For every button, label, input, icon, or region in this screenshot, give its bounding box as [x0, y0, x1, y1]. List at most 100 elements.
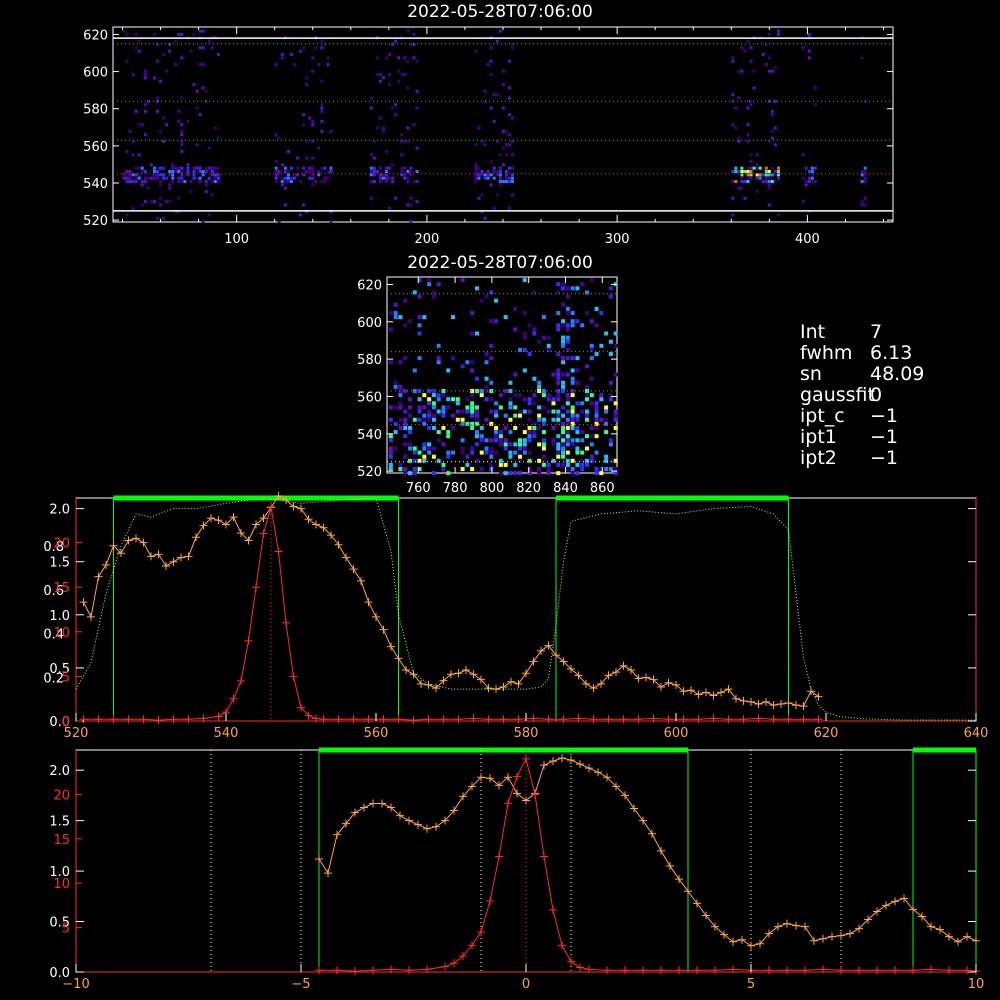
heatmap-pixel — [575, 430, 580, 435]
heatmap-pixel — [177, 170, 181, 173]
heatmap-pixel — [580, 450, 585, 455]
heatmap-pixel — [537, 467, 542, 472]
heatmap-pixel — [415, 106, 419, 110]
info-row-int: Int 7 — [800, 322, 924, 343]
heatmap-pixel — [216, 136, 220, 140]
heatmap-pixel — [570, 323, 575, 328]
heatmap-pixel — [155, 96, 159, 100]
heatmap-pixel — [192, 32, 196, 36]
heatmap-pixel — [177, 166, 181, 170]
heatmap-pixel — [773, 173, 777, 177]
heatmap-pixel — [522, 446, 527, 451]
red-y-tick-label: 20 — [53, 788, 70, 803]
heatmap-pixel — [320, 109, 324, 113]
heatmap-pixel — [492, 93, 496, 97]
heatmap-pixel — [207, 213, 211, 217]
heatmap-pixel — [323, 180, 327, 184]
heatmap-pixel — [483, 89, 487, 93]
heatmap-pixel — [594, 413, 599, 418]
heatmap-pixel — [584, 364, 589, 369]
heatmap-pixel — [470, 467, 475, 472]
heatmap-pixel — [162, 53, 166, 56]
heatmap-pixel — [580, 430, 585, 435]
heatmap-pixel — [489, 421, 494, 426]
x-tick-label: 540 — [214, 726, 239, 741]
heatmap-pixel — [441, 405, 446, 410]
heatmap-pixel — [474, 405, 479, 410]
y-tick-label: 2.0 — [49, 764, 70, 779]
heatmap-pixel — [513, 372, 518, 377]
heatmap-pixel — [494, 319, 499, 324]
heatmap-pixel — [412, 417, 417, 422]
heatmap-pixel — [198, 166, 202, 170]
heatmap-pixel — [470, 409, 475, 414]
heatmap-pixel — [565, 397, 570, 402]
heatmap-pixel — [446, 397, 451, 402]
info-value: 48.09 — [870, 363, 925, 385]
heatmap-pixel — [165, 176, 169, 180]
heatmap-pixel — [494, 409, 499, 414]
heatmap-pixel — [743, 196, 747, 200]
heatmap-pixel — [213, 173, 217, 177]
heatmap-pixel — [527, 417, 532, 422]
heatmap-pixel — [204, 190, 208, 194]
heatmap-pixel — [532, 327, 537, 332]
heatmap-pixel — [189, 190, 193, 194]
heatmap-pixel — [556, 471, 561, 476]
heatmap-pixel — [409, 166, 413, 170]
heatmap-pixel — [513, 405, 518, 410]
heatmap-pixel — [186, 163, 190, 167]
heatmap-pixel — [455, 397, 460, 402]
heatmap-pixel — [326, 170, 330, 173]
heatmap-pixel — [140, 180, 144, 184]
heatmap-pixel — [570, 409, 575, 414]
heatmap-pixel — [427, 425, 432, 430]
heatmap-pixel — [755, 163, 759, 167]
heatmap-pixel — [565, 306, 570, 311]
heatmap-pixel — [551, 438, 556, 443]
heatmap-pixel — [767, 183, 771, 187]
heatmap-pixel — [165, 69, 169, 73]
heatmap-pixel — [863, 176, 867, 180]
heatmap-pixel — [749, 153, 753, 157]
heatmap-pixel — [773, 180, 777, 184]
heatmap-pixel — [551, 417, 556, 422]
heatmap-pixel — [369, 96, 373, 100]
info-key: gaussfit — [800, 384, 875, 406]
heatmap-pixel — [470, 425, 475, 430]
info-key: sn — [800, 363, 822, 385]
heatmap-pixel — [483, 143, 487, 147]
heatmap-pixel — [527, 438, 532, 443]
heatmap-pixel — [546, 462, 551, 467]
heatmap-pixel — [810, 166, 814, 170]
heatmap-pixel — [740, 170, 744, 173]
heatmap-pixel — [465, 397, 470, 402]
heatmap-pixel — [422, 393, 427, 398]
heatmap-pixel — [451, 356, 456, 361]
heatmap-pixel — [427, 450, 432, 455]
heatmap-pixel — [484, 446, 489, 451]
heatmap-pixel — [417, 397, 422, 402]
heatmap-pixel — [274, 180, 278, 184]
heatmap-pixel — [412, 290, 417, 295]
heatmap-pixel — [403, 454, 408, 459]
heatmap-pixel — [752, 86, 756, 90]
heatmap-pixel — [770, 180, 774, 184]
heatmap-pixel — [507, 86, 511, 90]
heatmap-pixel — [546, 471, 551, 476]
heatmap-pixel — [320, 79, 324, 83]
heatmap-pixel — [594, 352, 599, 357]
heatmap-pixel — [770, 69, 774, 73]
heatmap-pixel — [776, 176, 780, 180]
heatmap-pixel — [546, 467, 551, 472]
heatmap-pixel — [767, 186, 771, 190]
heatmap-pixel — [565, 294, 570, 299]
heatmap-pixel — [498, 405, 503, 410]
heatmap-pixel — [171, 166, 175, 170]
heatmap-pixel — [393, 421, 398, 426]
heatmap-pixel — [398, 315, 403, 320]
heatmap-pixel — [507, 133, 511, 137]
heatmap-pixel — [320, 103, 324, 107]
heatmap-pixel — [394, 103, 398, 107]
heatmap-pixel — [743, 180, 747, 184]
